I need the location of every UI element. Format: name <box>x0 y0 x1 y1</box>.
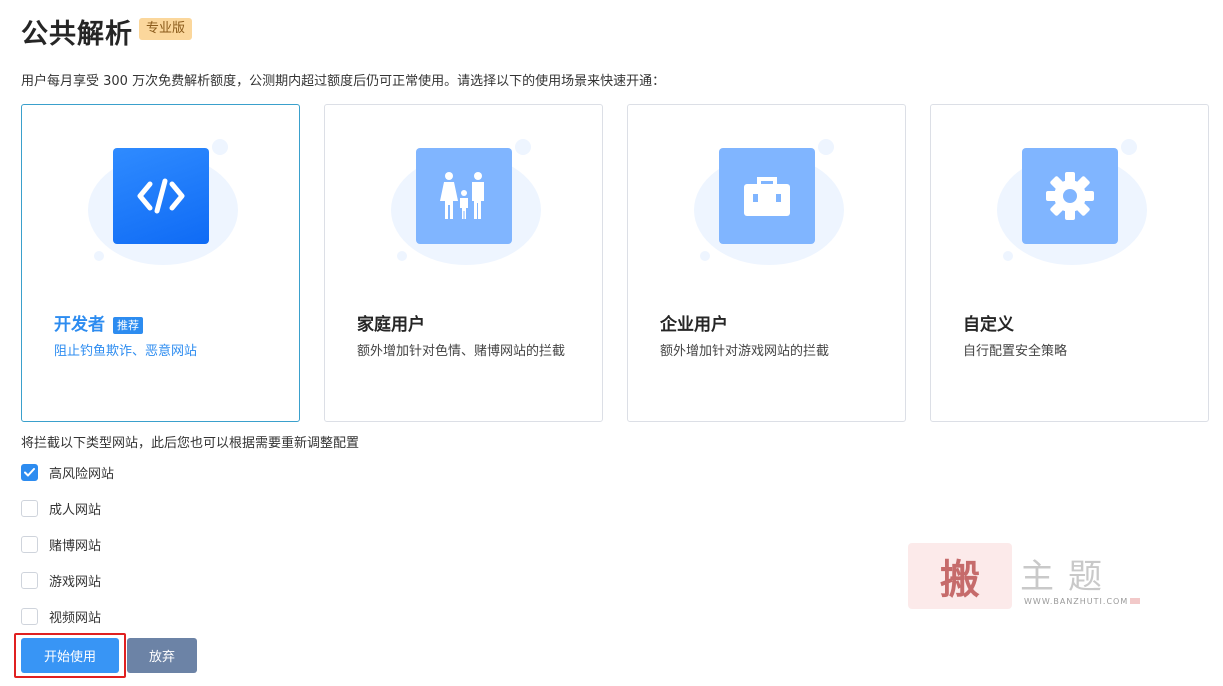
checkbox[interactable] <box>21 535 38 553</box>
checkbox-games[interactable]: 游戏网站 <box>21 570 101 590</box>
checkbox-label: 游戏网站 <box>49 574 102 590</box>
checkbox-label: 赌博网站 <box>49 538 102 554</box>
checkbox-label: 视频网站 <box>49 610 102 626</box>
card-description: 额外增加针对色情、赌博网站的拦截 <box>357 344 566 359</box>
card-title-text: 开发者 <box>54 315 105 335</box>
checkbox[interactable] <box>21 607 38 625</box>
scenario-card-enterprise[interactable]: 企业用户 额外增加针对游戏网站的拦截 <box>627 104 906 422</box>
scenario-card-family[interactable]: 家庭用户 额外增加针对色情、赌博网站的拦截 <box>324 104 603 422</box>
checkbox[interactable] <box>21 463 38 481</box>
intro-text: 用户每月享受 300 万次免费解析额度，公测期内超过额度后仍可正常使用。请选择以… <box>21 74 666 89</box>
card-title: 自定义 <box>963 315 1014 335</box>
edition-badge: 专业版 <box>139 18 193 40</box>
code-icon <box>113 148 209 244</box>
checkbox-video[interactable]: 视频网站 <box>21 606 101 626</box>
scenario-card-custom[interactable]: 自定义 自行配置安全策略 <box>930 104 1209 422</box>
card-description: 阻止钓鱼欺诈、恶意网站 <box>54 344 198 359</box>
checkbox-label: 高风险网站 <box>49 466 115 482</box>
block-section-label: 将拦截以下类型网站，此后您也可以根据需要重新调整配置 <box>21 436 360 451</box>
watermark-url-bar <box>1130 598 1140 604</box>
watermark-text: 主题 <box>1020 557 1116 597</box>
watermark: 搬 主题 WWW.BANZHUTI.COM <box>908 543 1140 609</box>
watermark-stamp: 搬 <box>908 543 1012 609</box>
card-title: 企业用户 <box>660 315 728 335</box>
checkbox-gambling[interactable]: 赌博网站 <box>21 534 101 554</box>
abandon-button[interactable]: 放弃 <box>127 638 197 673</box>
checkbox-high-risk[interactable]: 高风险网站 <box>21 462 114 482</box>
card-description: 额外增加针对游戏网站的拦截 <box>660 344 830 359</box>
briefcase-icon <box>719 148 815 244</box>
card-title: 开发者 推荐 <box>54 313 143 337</box>
checkbox[interactable] <box>21 571 38 589</box>
family-icon <box>416 148 512 244</box>
checkbox-label: 成人网站 <box>49 502 102 518</box>
start-button[interactable]: 开始使用 <box>21 638 119 673</box>
card-description: 自行配置安全策略 <box>963 344 1068 359</box>
page-header: 公共解析 专业版 <box>21 16 193 54</box>
page-title: 公共解析 <box>21 19 133 50</box>
watermark-url: WWW.BANZHUTI.COM <box>1024 597 1129 606</box>
checkbox[interactable] <box>21 499 38 517</box>
gear-icon <box>1022 148 1118 244</box>
recommended-badge: 推荐 <box>113 316 143 334</box>
checkbox-adult[interactable]: 成人网站 <box>21 498 101 518</box>
card-title: 家庭用户 <box>357 315 425 335</box>
scenario-card-developer[interactable]: 开发者 推荐 阻止钓鱼欺诈、恶意网站 <box>21 104 300 422</box>
